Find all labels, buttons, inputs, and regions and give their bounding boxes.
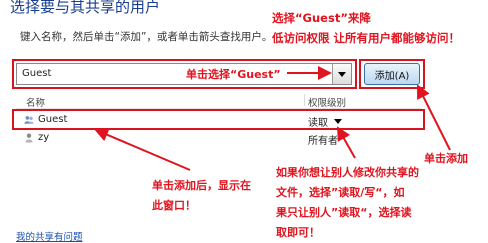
annotation-add-note: 单击添加 bbox=[424, 152, 468, 165]
add-arrow bbox=[417, 84, 451, 151]
annotation-combo-note: 单击选择“Guest” bbox=[186, 68, 281, 81]
annotation-top-line2: 低访问权限 让所有用户都能够访问！ bbox=[272, 31, 461, 45]
annotation-top-line1: 选择“Guest”来降 bbox=[272, 11, 371, 25]
annotation-right-line2: 文件，选择”读取/写“，如 bbox=[276, 186, 405, 199]
annotation-right-line3: 果只让别人”读取“，选择读 bbox=[276, 206, 412, 219]
annotation-right-line1: 如果你想让别人修改你共享的 bbox=[276, 166, 419, 179]
annotation-left-line1: 单击添加后，显示在 bbox=[152, 179, 251, 192]
permission-arrow bbox=[337, 126, 356, 159]
annotation-right-line4: 取即可！ bbox=[276, 226, 320, 239]
annotation-left-line2: 此窗口！ bbox=[152, 199, 196, 212]
row-arrow bbox=[94, 128, 191, 171]
